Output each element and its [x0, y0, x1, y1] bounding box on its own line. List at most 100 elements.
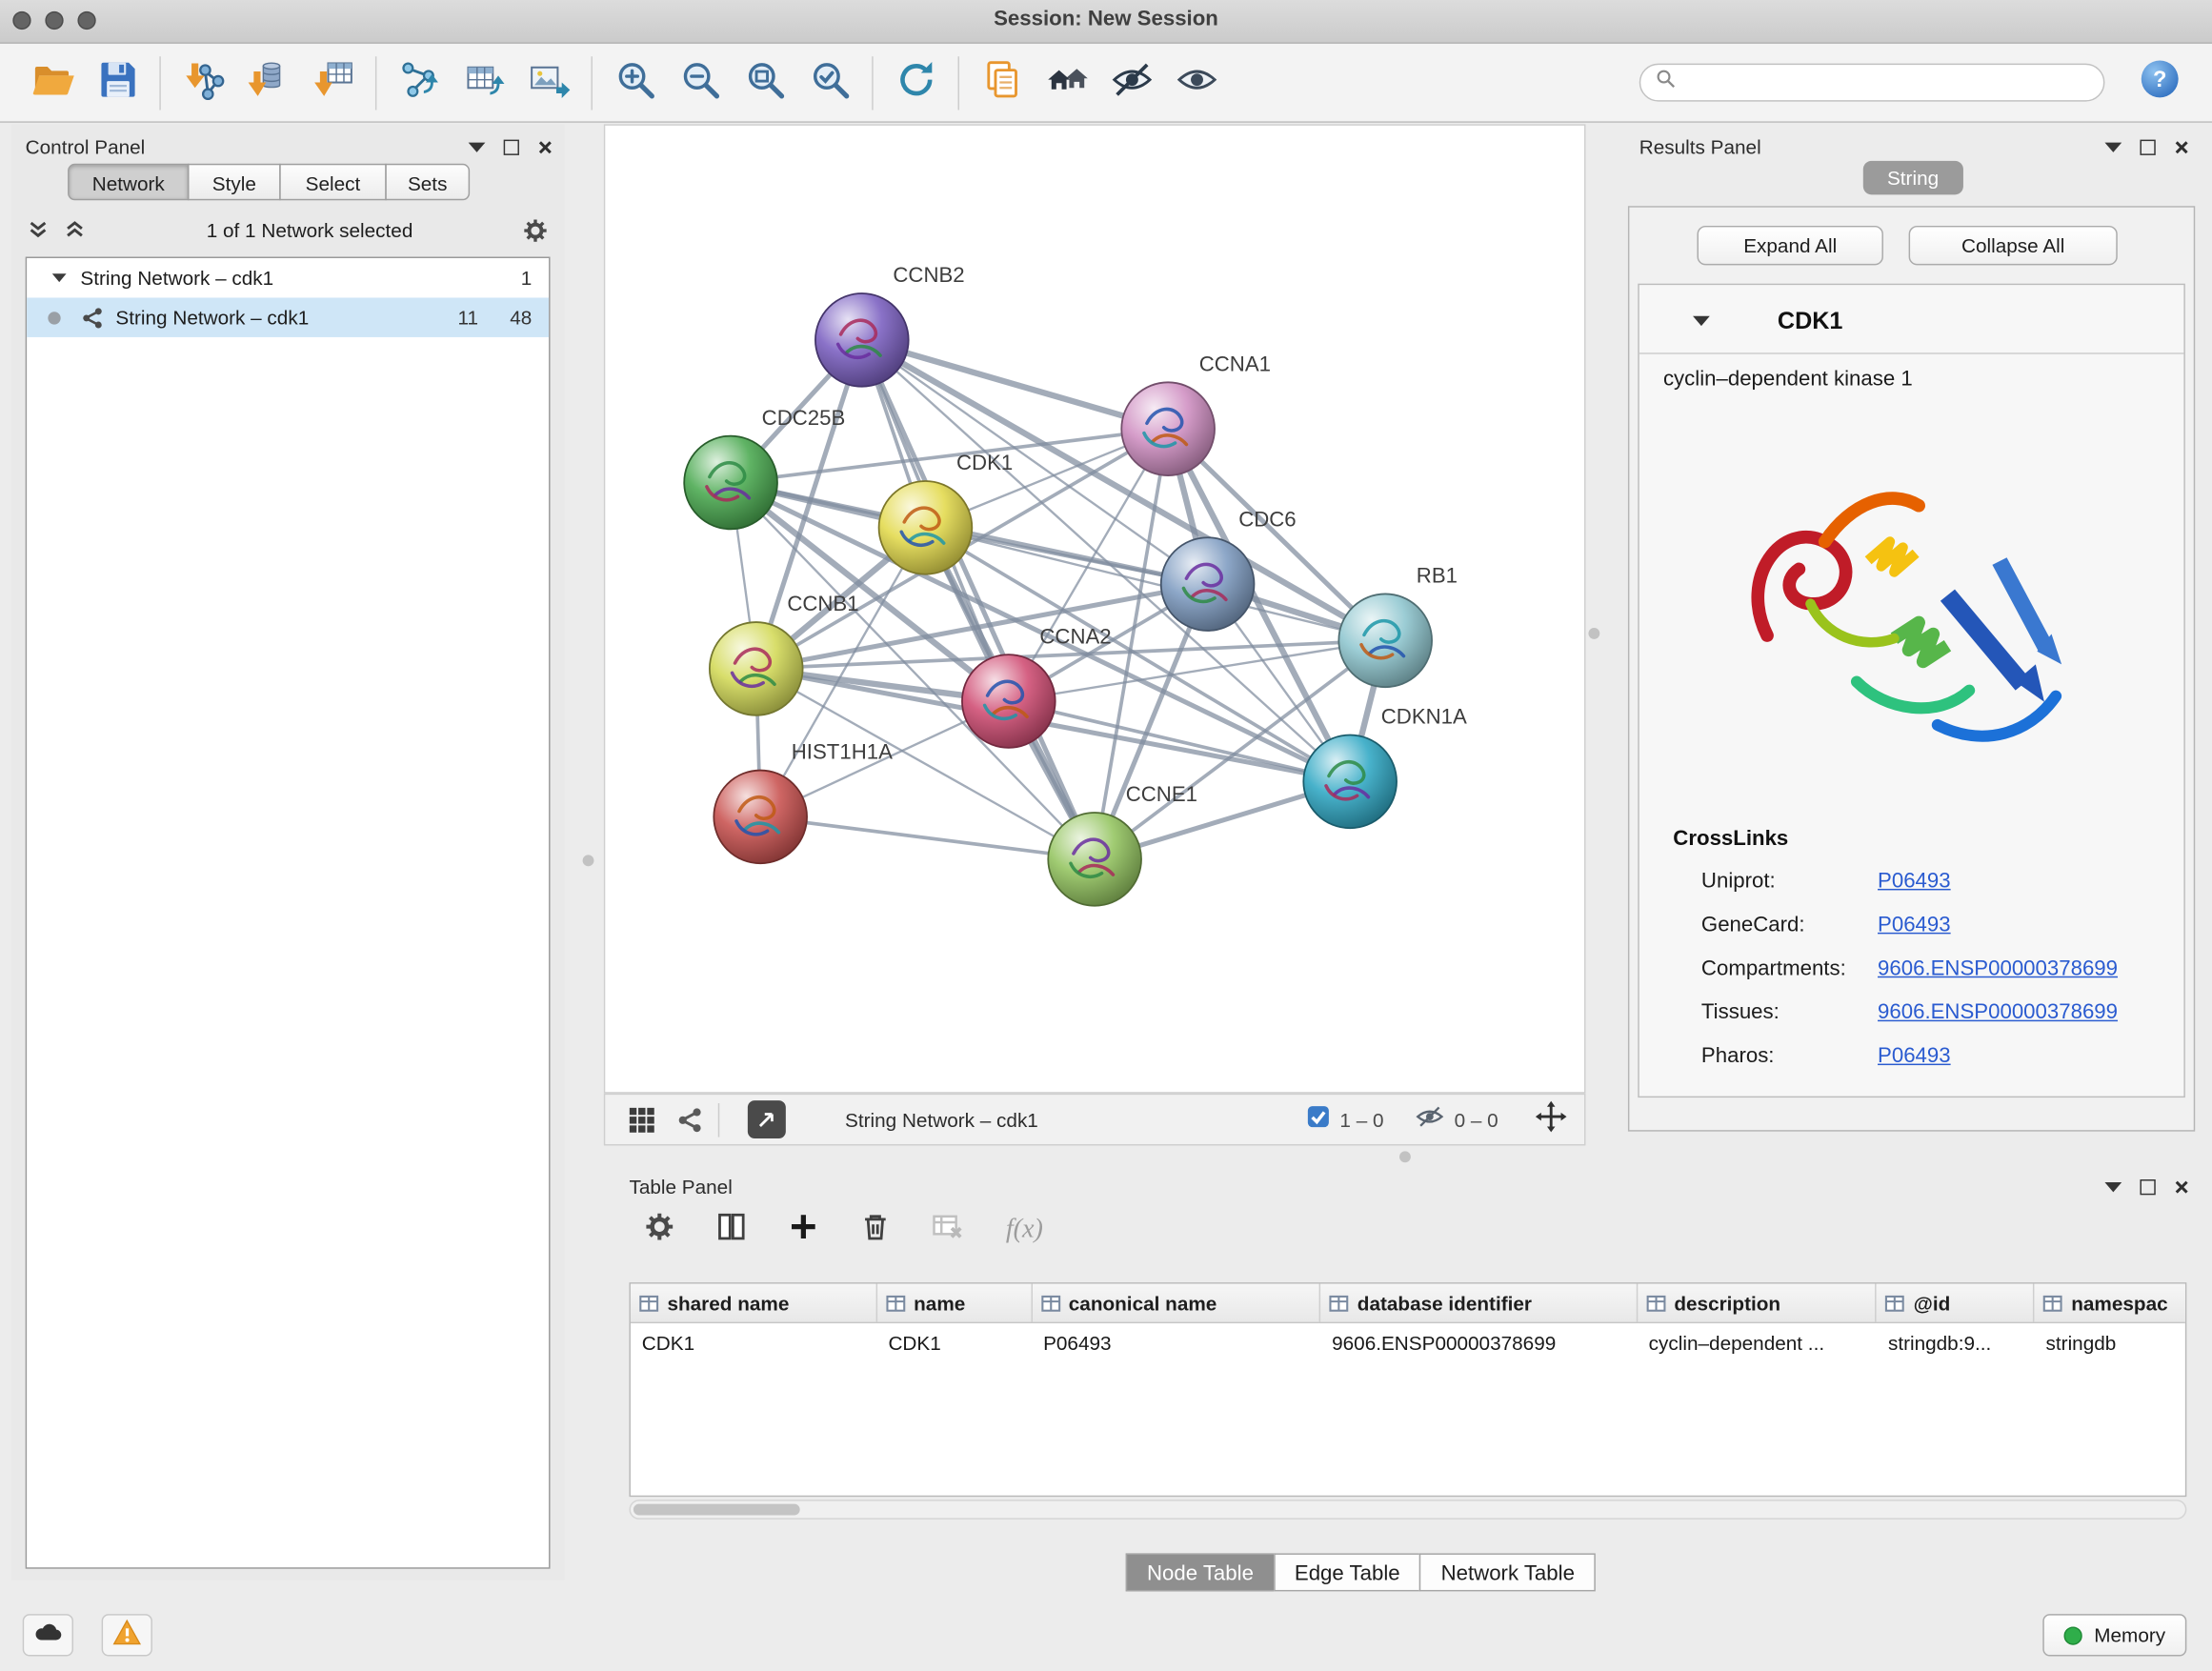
network-edge-CCNB2-CCNA1[interactable]: [862, 340, 1168, 429]
network-view[interactable]: CCNB2CCNA1CDC25BCDK1CDC6RB1CCNB1CCNA2CDK…: [604, 124, 1586, 1093]
horizontal-scrollbar[interactable]: [629, 1500, 2186, 1520]
right-splitter-handle[interactable]: [1588, 628, 1599, 639]
uniprot-link[interactable]: P06493: [1878, 869, 1951, 893]
import-network-file-button[interactable]: [171, 50, 235, 115]
close-panel-icon[interactable]: [537, 139, 553, 154]
save-session-button[interactable]: [85, 50, 150, 115]
network-node-RB1[interactable]: RB1: [1338, 564, 1458, 688]
import-network-database-icon: [246, 57, 290, 108]
scrollbar-thumb[interactable]: [633, 1504, 800, 1516]
results-tab-string[interactable]: String: [1863, 161, 1963, 195]
hide-selected-button[interactable]: [1099, 50, 1164, 115]
disclosure-triangle-icon[interactable]: [52, 273, 67, 282]
control-panel-title: Control Panel: [26, 135, 146, 158]
help-button[interactable]: ?: [2127, 50, 2192, 115]
grid-view-icon[interactable]: [628, 1105, 656, 1134]
expand-all-icon[interactable]: [62, 219, 88, 242]
pan-crosshair-icon[interactable]: [1535, 1099, 1567, 1138]
copy-button[interactable]: [969, 50, 1034, 115]
zoom-selected-button[interactable]: [797, 50, 862, 115]
tab-sets[interactable]: Sets: [385, 164, 470, 201]
genecard-link[interactable]: P06493: [1878, 913, 1951, 936]
export-image-button[interactable]: [516, 50, 581, 115]
import-table-icon: [312, 57, 355, 108]
column-header-canonical-name[interactable]: canonical name: [1032, 1284, 1320, 1322]
new-table-button[interactable]: [452, 50, 516, 115]
network-node-CDKN1A[interactable]: CDKN1A: [1303, 705, 1467, 829]
network-canvas[interactable]: CCNB2CCNA1CDC25BCDK1CDC6RB1CCNB1CCNA2CDK…: [605, 126, 1584, 1092]
share-network-icon[interactable]: [675, 1105, 704, 1134]
gene-disclosure-icon[interactable]: [1693, 316, 1710, 326]
left-splitter-handle[interactable]: [583, 855, 594, 866]
cloud-button[interactable]: [23, 1614, 73, 1656]
string-network-icon: [80, 306, 104, 330]
collection-count: 1: [521, 267, 533, 290]
zoom-out-button[interactable]: [667, 50, 732, 115]
tab-node-table[interactable]: Node Table: [1126, 1553, 1275, 1591]
birdseye-view-button[interactable]: [748, 1100, 786, 1138]
network-node-HIST1H1A[interactable]: HIST1H1A: [714, 740, 893, 864]
selected-checkbox-icon[interactable]: [1306, 1104, 1330, 1136]
delete-table-button[interactable]: [922, 1206, 970, 1254]
close-results-icon[interactable]: [2174, 139, 2189, 154]
network-options-gear-icon[interactable]: [520, 215, 550, 245]
collapse-table-icon[interactable]: [2104, 1181, 2122, 1191]
column-header-name[interactable]: name: [877, 1284, 1033, 1322]
refresh-button[interactable]: [883, 50, 948, 115]
compartments-link[interactable]: 9606.ENSP00000378699: [1878, 956, 2118, 980]
column-header-description[interactable]: description: [1638, 1284, 1877, 1322]
network-item-row[interactable]: String Network – cdk1 11 48: [27, 297, 549, 336]
column-header-namespace[interactable]: namespac: [2035, 1284, 2185, 1322]
zoom-in-button[interactable]: [602, 50, 667, 115]
collapse-all-button[interactable]: Collapse All: [1909, 226, 2118, 265]
show-columns-button[interactable]: [707, 1206, 754, 1254]
network-node-label: CCNB2: [893, 263, 964, 287]
float-results-icon[interactable]: [2140, 139, 2155, 154]
function-builder-button[interactable]: f(x): [1006, 1215, 1043, 1246]
network-node-CCNA1[interactable]: CCNA1: [1121, 352, 1271, 475]
hidden-eye-icon[interactable]: [1415, 1101, 1444, 1138]
pharos-link[interactable]: P06493: [1878, 1044, 1951, 1068]
search-field[interactable]: [1639, 64, 2105, 102]
network-edge-CCNA2-CDKN1A[interactable]: [1009, 701, 1350, 781]
network-collection-row[interactable]: String Network – cdk1 1: [27, 258, 549, 297]
float-table-icon[interactable]: [2140, 1178, 2155, 1194]
tab-network-table[interactable]: Network Table: [1419, 1553, 1596, 1591]
network-node-CDK1[interactable]: CDK1: [879, 451, 1014, 574]
import-network-database-button[interactable]: [235, 50, 300, 115]
bottom-splitter-handle[interactable]: [1399, 1151, 1411, 1162]
show-all-button[interactable]: [1164, 50, 1229, 115]
collapse-results-icon[interactable]: [2104, 142, 2122, 151]
network-edge-HIST1H1A-CCNE1[interactable]: [760, 816, 1095, 858]
tab-style[interactable]: Style: [188, 164, 281, 201]
import-table-button[interactable]: [300, 50, 365, 115]
collapse-panel-icon[interactable]: [469, 142, 486, 151]
expand-all-button[interactable]: Expand All: [1697, 226, 1882, 265]
add-column-button[interactable]: [778, 1206, 826, 1254]
table-row[interactable]: CDK1 CDK1 P06493 9606.ENSP00000378699 cy…: [631, 1323, 2185, 1361]
crosslink-row: Compartments: 9606.ENSP00000378699: [1639, 956, 2184, 1000]
gene-section-header[interactable]: CDK1: [1639, 305, 2184, 344]
warnings-button[interactable]: [102, 1614, 152, 1656]
memory-button[interactable]: Memory: [2043, 1614, 2186, 1656]
tab-select[interactable]: Select: [279, 164, 387, 201]
zoom-fit-button[interactable]: [733, 50, 797, 115]
open-session-button[interactable]: [20, 50, 85, 115]
close-table-icon[interactable]: [2174, 1178, 2189, 1194]
home-view-button[interactable]: [1034, 50, 1098, 115]
float-panel-icon[interactable]: [504, 139, 519, 154]
column-header-id[interactable]: @id: [1877, 1284, 2035, 1322]
gene-description: cyclin–dependent kinase 1: [1663, 367, 1913, 391]
new-network-from-selection-button[interactable]: [387, 50, 452, 115]
column-header-shared-name[interactable]: shared name: [631, 1284, 877, 1322]
tab-network[interactable]: Network: [68, 164, 189, 201]
column-header-database-identifier[interactable]: database identifier: [1320, 1284, 1638, 1322]
collapse-all-icon[interactable]: [26, 219, 51, 242]
network-node-label: CDK1: [956, 451, 1013, 474]
table-options-button[interactable]: [634, 1206, 682, 1254]
network-node-CCNB2[interactable]: CCNB2: [815, 263, 965, 387]
tissues-link[interactable]: 9606.ENSP00000378699: [1878, 1000, 2118, 1024]
delete-column-button[interactable]: [851, 1206, 898, 1254]
tab-edge-table[interactable]: Edge Table: [1274, 1553, 1421, 1591]
search-input[interactable]: [1686, 70, 2090, 95]
